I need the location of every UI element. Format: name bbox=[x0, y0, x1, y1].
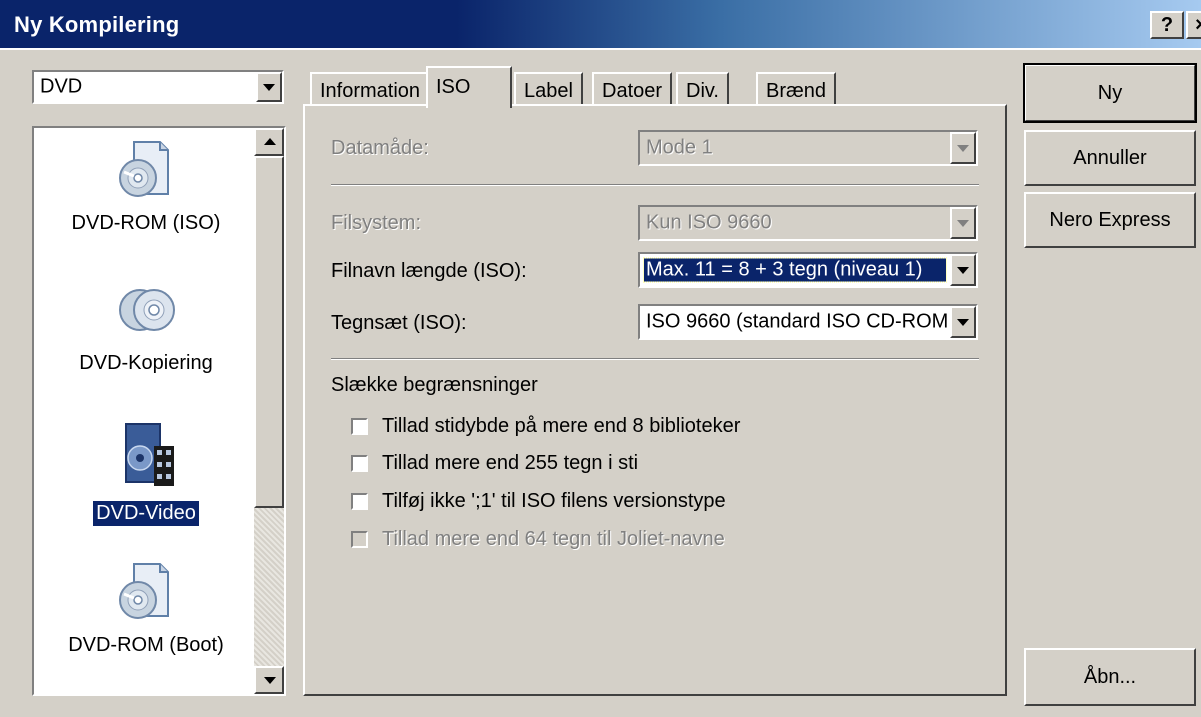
list-item-dvd-copy[interactable]: DVD-Kopiering bbox=[34, 278, 258, 376]
scroll-down-button[interactable] bbox=[254, 666, 284, 694]
scroll-up-button[interactable] bbox=[254, 128, 284, 156]
filename-length-value: Max. 11 = 8 + 3 tegn (niveau 1) bbox=[643, 257, 947, 283]
dvd-copy-icon bbox=[119, 289, 175, 331]
close-button[interactable]: × bbox=[1186, 11, 1201, 39]
charset-select[interactable]: ISO 9660 (standard ISO CD-ROM bbox=[638, 304, 978, 340]
relax-restrictions-header: Slække begrænsninger bbox=[331, 374, 538, 396]
tab-div[interactable]: Div. bbox=[676, 72, 729, 106]
option-deep-directory[interactable]: Tillad stidybde på mere end 8 biblioteke… bbox=[351, 415, 740, 438]
checkbox[interactable] bbox=[351, 455, 368, 473]
cancel-button[interactable]: Annuller bbox=[1024, 130, 1196, 186]
option-joliet-names[interactable]: Tillad mere end 64 tegn til Joliet-navne bbox=[351, 528, 725, 551]
list-item-label: DVD-ROM (ISO) bbox=[71, 212, 221, 234]
tab-datoer[interactable]: Datoer bbox=[592, 72, 673, 106]
open-button[interactable]: Åbn... bbox=[1024, 648, 1196, 706]
chevron-down-icon[interactable] bbox=[950, 306, 976, 338]
separator bbox=[331, 358, 979, 360]
separator bbox=[331, 184, 979, 186]
dvd-rom-iso-icon bbox=[119, 141, 169, 197]
filesystem-value: Kun ISO 9660 bbox=[646, 211, 772, 234]
filename-length-label: Filnavn længde (ISO): bbox=[331, 260, 527, 282]
list-item-label: DVD-ROM (Boot) bbox=[68, 634, 224, 656]
cancel-button-label: Annuller bbox=[1073, 146, 1147, 169]
tab-information[interactable]: Information bbox=[310, 72, 431, 106]
checkbox-label: Tillad mere end 64 tegn til Joliet-navne bbox=[382, 528, 725, 550]
list-item-dvd-rom-iso[interactable]: DVD-ROM (ISO) bbox=[34, 138, 258, 236]
checkbox[interactable] bbox=[351, 418, 368, 436]
title-bar bbox=[0, 0, 1201, 50]
option-long-path[interactable]: Tillad mere end 255 tegn i sti bbox=[351, 452, 638, 475]
compilation-type-list[interactable]: DVD-ROM (ISO) DVD-Kopiering DVD-Video DV… bbox=[32, 126, 286, 696]
nero-express-button[interactable]: Nero Express bbox=[1024, 192, 1196, 248]
option-no-version[interactable]: Tilføj ikke ';1' til ISO filens versions… bbox=[351, 490, 726, 513]
data-mode-label: Datamåde: bbox=[331, 137, 429, 159]
iso-tab-panel bbox=[303, 104, 1007, 696]
tab-iso[interactable]: ISO bbox=[426, 66, 512, 108]
new-button-label: Ny bbox=[1097, 81, 1123, 104]
checkbox-label: Tillad mere end 255 tegn i sti bbox=[382, 452, 639, 474]
scroll-thumb[interactable] bbox=[254, 156, 284, 508]
help-button[interactable]: ? bbox=[1150, 11, 1184, 39]
filename-length-select[interactable]: Max. 11 = 8 + 3 tegn (niveau 1) bbox=[638, 252, 978, 288]
checkbox-label: Tillad stidybde på mere end 8 biblioteke… bbox=[382, 415, 741, 437]
window-title: Ny Kompilering bbox=[14, 12, 180, 37]
chevron-down-icon[interactable] bbox=[950, 132, 976, 164]
filesystem-select[interactable]: Kun ISO 9660 bbox=[638, 205, 978, 241]
checkbox[interactable] bbox=[351, 493, 368, 511]
chevron-down-icon[interactable] bbox=[950, 207, 976, 239]
list-item-label: DVD-Video bbox=[92, 500, 200, 527]
charset-label: Tegnsæt (ISO): bbox=[331, 312, 467, 334]
tab-braend[interactable]: Brænd bbox=[756, 72, 837, 106]
filesystem-label: Filsystem: bbox=[331, 212, 421, 234]
chevron-down-icon[interactable] bbox=[950, 254, 976, 286]
data-mode-value: Mode 1 bbox=[646, 136, 713, 159]
charset-value: ISO 9660 (standard ISO CD-ROM bbox=[646, 310, 948, 333]
checkbox-label: Tilføj ikke ';1' til ISO filens versions… bbox=[382, 490, 726, 512]
tab-label[interactable]: Label bbox=[514, 72, 583, 106]
dvd-rom-boot-icon bbox=[119, 563, 169, 619]
dvd-video-icon bbox=[125, 423, 174, 486]
list-item-label: DVD-Kopiering bbox=[79, 352, 213, 374]
data-mode-select[interactable]: Mode 1 bbox=[638, 130, 978, 166]
list-scrollbar[interactable] bbox=[254, 128, 284, 694]
checkbox[interactable] bbox=[351, 531, 368, 549]
list-item-dvd-video[interactable]: DVD-Video bbox=[34, 420, 258, 527]
nero-express-button-label: Nero Express bbox=[1049, 208, 1171, 231]
open-button-label: Åbn... bbox=[1083, 665, 1137, 688]
media-type-select[interactable]: DVD bbox=[32, 70, 284, 104]
chevron-down-icon[interactable] bbox=[256, 72, 282, 102]
new-button[interactable]: Ny bbox=[1023, 63, 1197, 123]
list-item-dvd-rom-boot[interactable]: DVD-ROM (Boot) bbox=[34, 560, 258, 658]
media-type-value: DVD bbox=[40, 75, 83, 98]
